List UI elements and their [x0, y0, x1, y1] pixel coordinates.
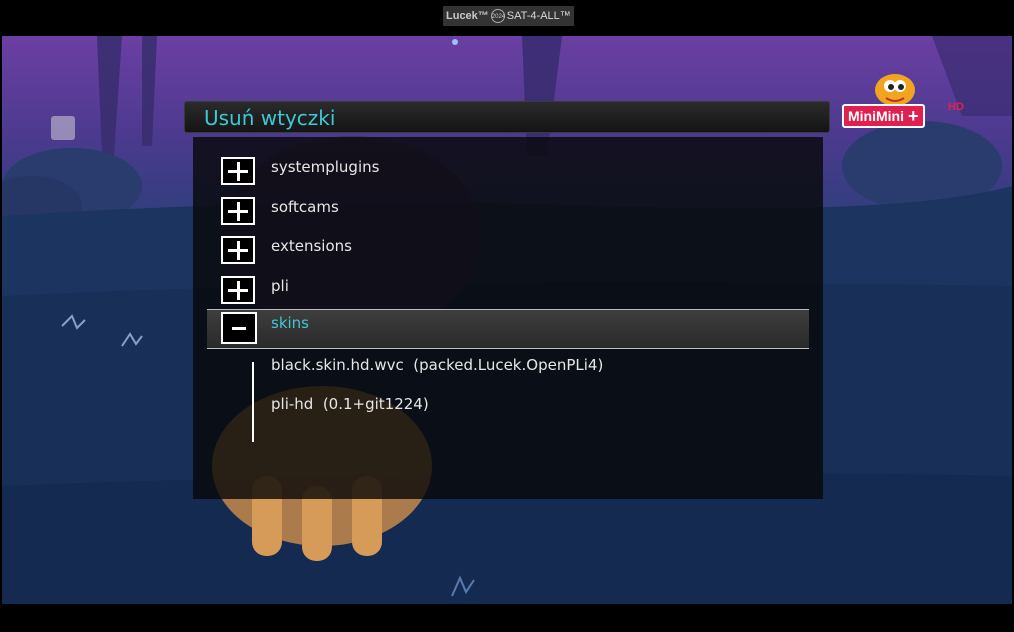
fish-mascot-icon: [875, 74, 915, 106]
watermark: Lucek™ 2024 SAT-4-ALL™: [443, 6, 574, 26]
minus-box-icon[interactable]: [221, 312, 257, 344]
plugin-item-black-skin[interactable]: black.skin.hd.wvc (packed.Lucek.OpenPLi4…: [207, 349, 809, 389]
tree-item-label: skins: [271, 314, 309, 332]
watermark-badge-icon: 2024: [490, 9, 505, 23]
plugin-tree: systemplugins softcams extensions pli sk…: [207, 151, 809, 442]
watermark-brand: Lucek™: [446, 10, 489, 22]
tree-item-label: systemplugins: [271, 158, 380, 176]
tree-item-extensions[interactable]: extensions: [207, 230, 809, 270]
plus-box-icon[interactable]: [221, 236, 255, 264]
plugin-item-pli-hd[interactable]: pli-hd (0.1+git1224): [207, 388, 809, 428]
channel-logo-text: MiniMini: [848, 108, 904, 124]
channel-hd-mark: HD: [948, 101, 964, 113]
plus-box-icon[interactable]: [221, 275, 255, 304]
plus-box-icon[interactable]: [221, 196, 255, 225]
tree-item-skins[interactable]: skins: [207, 309, 809, 349]
dialog-title-bar: Usuń wtyczki: [184, 101, 830, 133]
channel-logo: MiniMini +: [842, 104, 925, 128]
tree-item-label: softcams: [271, 197, 339, 216]
watermark-text: SAT-4-ALL™: [506, 10, 571, 22]
plugin-list-panel: systemplugins softcams extensions pli sk…: [193, 137, 823, 499]
tree-item-systemplugins[interactable]: systemplugins: [207, 151, 809, 191]
tree-item-label: pli: [271, 276, 289, 295]
dialog-title: Usuń wtyczki: [204, 106, 336, 130]
channel-logo-plus: +: [908, 106, 919, 126]
plus-box-icon[interactable]: [221, 157, 255, 185]
tree-item-pli[interactable]: pli: [207, 270, 809, 310]
tree-connector-line: [252, 362, 254, 442]
tree-item-softcams[interactable]: softcams: [207, 191, 809, 231]
tree-item-label: extensions: [271, 237, 352, 255]
screen: Lucek™ 2024 SAT-4-ALL™ MiniMini + HD Usu…: [0, 0, 1014, 632]
plugin-item-label: pli-hd (0.1+git1224): [271, 395, 429, 413]
plugin-item-label: black.skin.hd.wvc (packed.Lucek.OpenPLi4…: [271, 355, 604, 374]
smiley-icon: [51, 116, 75, 140]
